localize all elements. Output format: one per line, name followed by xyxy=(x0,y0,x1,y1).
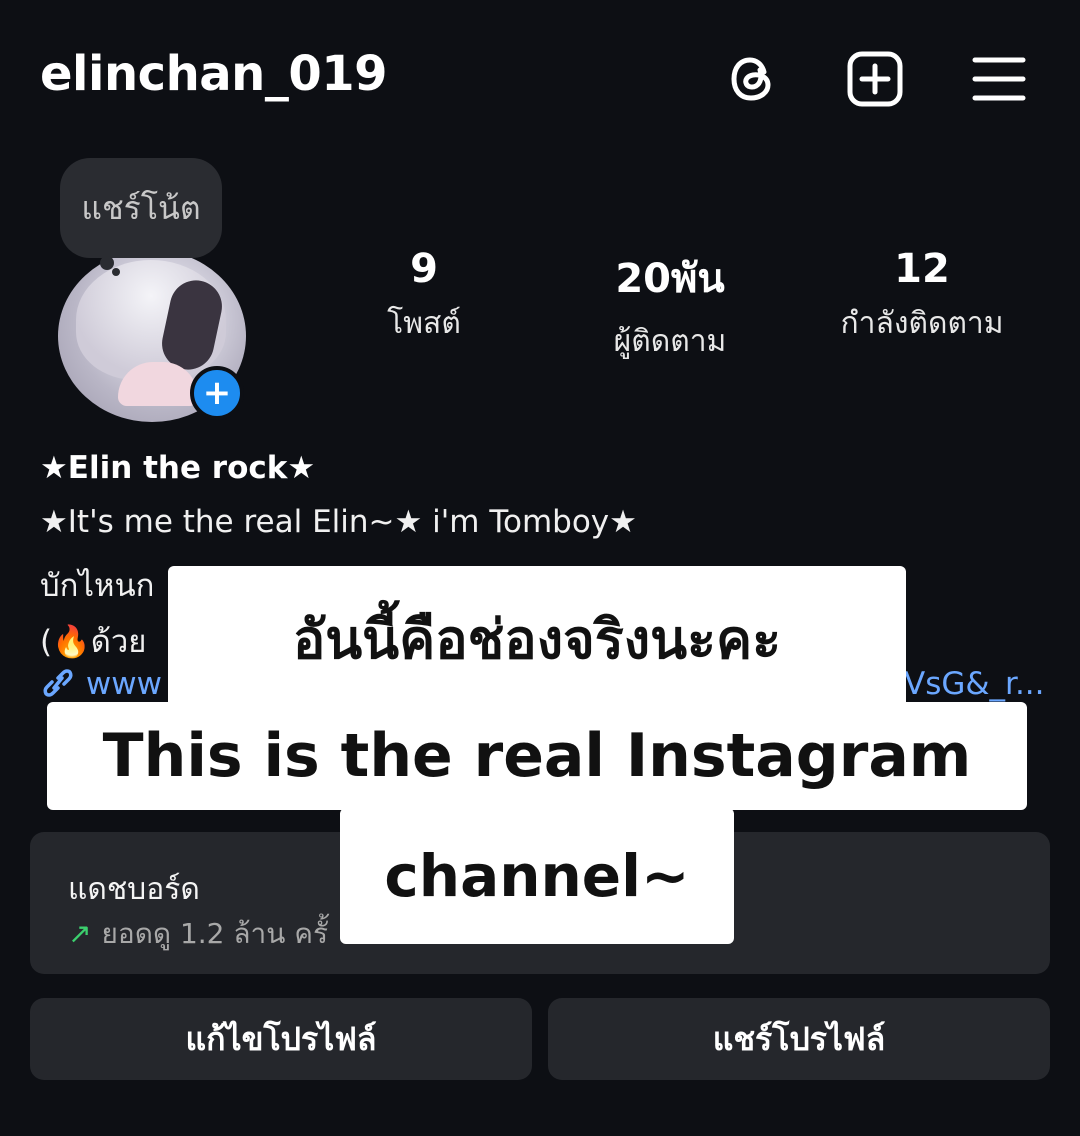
add-post-icon[interactable] xyxy=(846,50,904,108)
bio-line-3: (🔥ด้วย xyxy=(40,624,147,660)
following-label: กำลังติดตาม xyxy=(840,306,1004,341)
bio-line-2: บักไหนก xyxy=(40,568,155,604)
following-stat[interactable]: 12 กำลังติดตาม xyxy=(812,246,1032,347)
note-bubble-tail xyxy=(100,256,114,270)
posts-count: 9 xyxy=(410,246,438,292)
profile-username[interactable]: elinchan_019 xyxy=(40,46,388,102)
trend-up-icon: ↗ xyxy=(68,917,92,950)
posts-stat[interactable]: 9 โพสต์ xyxy=(314,246,534,347)
threads-icon[interactable] xyxy=(724,50,782,108)
add-story-icon[interactable]: + xyxy=(190,366,244,420)
dashboard-subtitle: ↗ ยอดดู 1.2 ล้าน ครั้ xyxy=(68,912,328,956)
caption-line-1: อันนี้คือช่องจริงนะคะ xyxy=(168,566,906,712)
dashboard-views: ยอดดู 1.2 ล้าน ครั้ xyxy=(101,917,329,950)
posts-label: โพสต์ xyxy=(387,306,461,341)
dashboard-title: แดชบอร์ด xyxy=(68,872,200,907)
followers-label: ผู้ติดตาม xyxy=(613,324,727,359)
display-name: ★Elin the rock★ xyxy=(40,450,316,486)
followers-stat[interactable]: 20พัน ผู้ติดตาม xyxy=(560,246,780,365)
bio-line-1: ★It's me the real Elin~★ i'm Tomboy★ xyxy=(40,504,637,540)
caption-line-3: channel~ xyxy=(340,808,734,944)
following-count: 12 xyxy=(894,246,950,292)
share-note-bubble[interactable]: แชร์โน้ต xyxy=(60,158,222,258)
bio-link-suffix[interactable]: VsG&_r... xyxy=(904,666,1045,702)
followers-count: 20พัน xyxy=(615,256,725,302)
share-profile-button[interactable]: แชร์โปรไฟล์ xyxy=(548,998,1050,1080)
bio-link-prefix: www xyxy=(85,666,162,702)
note-bubble-tail-small xyxy=(112,268,120,276)
caption-line-2: This is the real Instagram xyxy=(47,702,1027,810)
link-icon xyxy=(40,666,86,702)
bio-link[interactable]: www xyxy=(40,666,162,702)
menu-icon[interactable] xyxy=(970,50,1028,108)
edit-profile-button[interactable]: แก้ไขโปรไฟล์ xyxy=(30,998,532,1080)
